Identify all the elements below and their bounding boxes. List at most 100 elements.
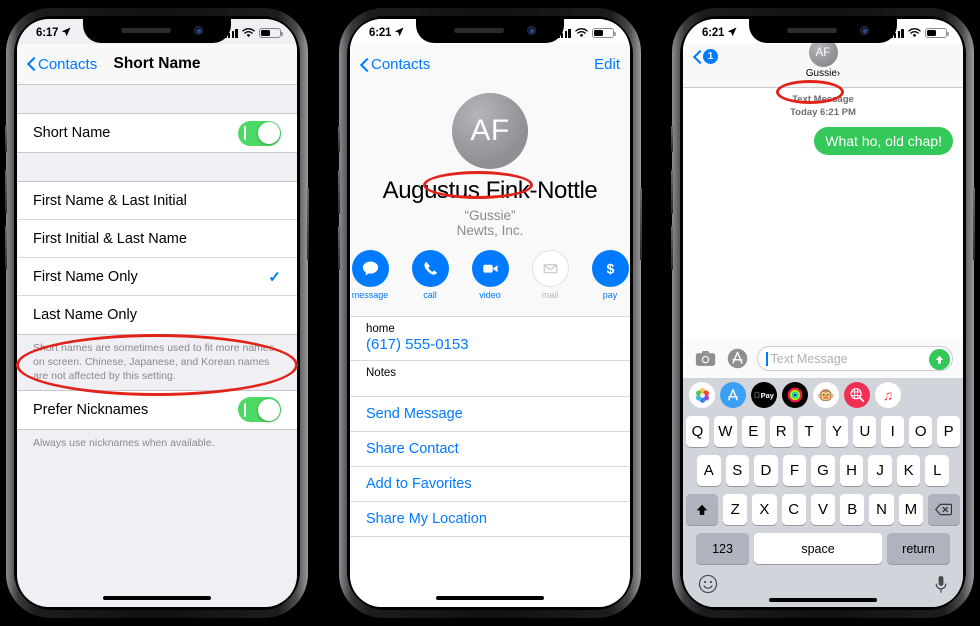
prefer-nicknames-label: Prefer Nicknames	[33, 401, 149, 418]
battery-icon	[259, 27, 284, 39]
volume-up-button[interactable]	[5, 170, 7, 214]
activity-rings-app-icon[interactable]	[782, 382, 808, 408]
action-mail[interactable]: mail	[530, 250, 570, 300]
microphone-icon[interactable]	[934, 575, 948, 599]
app-store-icon[interactable]	[725, 347, 749, 371]
key-z[interactable]: Z	[723, 494, 748, 525]
key-r[interactable]: R	[769, 416, 793, 447]
music-app-icon[interactable]: ♫	[875, 382, 901, 408]
action-label: mail	[541, 290, 559, 300]
side-power-button[interactable]	[307, 188, 309, 260]
action-call[interactable]: call	[410, 250, 450, 300]
message-bubble[interactable]: What ho, old chap!	[814, 127, 957, 156]
checkmark-icon: ✓	[268, 268, 281, 286]
key-a[interactable]: A	[696, 455, 721, 486]
navigation-bar: Contacts Short Name	[17, 44, 297, 85]
mute-switch[interactable]	[5, 126, 7, 152]
short-name-switch[interactable]	[238, 120, 281, 146]
option-first-initial-last-name[interactable]: First Initial & Last Name	[17, 220, 297, 258]
key-b[interactable]: B	[840, 494, 865, 525]
key-j[interactable]: J	[868, 455, 892, 486]
key-l[interactable]: L	[925, 455, 950, 486]
numbers-key[interactable]: 123	[696, 533, 749, 564]
phone-field[interactable]: home (617) 555-0153	[350, 316, 630, 360]
backspace-icon[interactable]	[927, 494, 960, 525]
volume-up-button[interactable]	[338, 170, 340, 214]
key-x[interactable]: X	[752, 494, 777, 525]
home-indicator[interactable]	[436, 596, 544, 600]
images-search-app-icon[interactable]	[844, 382, 870, 408]
volume-down-button[interactable]	[5, 226, 7, 270]
space-key[interactable]: space	[754, 533, 882, 564]
apple-pay-app-icon[interactable]: Pay	[751, 382, 777, 408]
side-power-button[interactable]	[640, 188, 642, 260]
home-indicator[interactable]	[769, 598, 877, 602]
action-pay[interactable]: $ pay	[590, 250, 630, 300]
key-v[interactable]: V	[810, 494, 836, 525]
key-e[interactable]: E	[741, 416, 765, 447]
animoji-monkey-app-icon[interactable]: 🐵	[813, 382, 839, 408]
message-input-field[interactable]: Text Message	[757, 346, 953, 371]
message-bubble-icon	[351, 250, 389, 287]
home-indicator[interactable]	[103, 596, 211, 600]
settings-short-name-screen: 6:17 Contacts Short Name Short Name Firs…	[17, 19, 297, 607]
photos-app-icon[interactable]	[689, 382, 715, 408]
prefer-nicknames-row[interactable]: Prefer Nicknames	[17, 390, 297, 429]
key-w[interactable]: W	[713, 416, 737, 447]
key-y[interactable]: Y	[825, 416, 849, 447]
phone-3-screen: 6:21 1 AF Gussie› Text Message Today 6:2…	[683, 19, 963, 607]
return-key[interactable]: return	[887, 533, 950, 564]
battery-icon	[925, 27, 950, 39]
phone-field-value[interactable]: (617) 555-0153	[366, 336, 614, 353]
key-p[interactable]: P	[937, 416, 961, 447]
message-row: What ho, old chap!	[693, 127, 957, 156]
mute-switch[interactable]	[338, 126, 340, 152]
key-c[interactable]: C	[781, 494, 806, 525]
option-last-name-only[interactable]: Last Name Only	[17, 296, 297, 334]
phone-icon	[411, 250, 449, 287]
link-share-contact[interactable]: Share Contact	[350, 431, 630, 466]
volume-up-button[interactable]	[671, 170, 673, 214]
messages-thread-screen: 6:21 1 AF Gussie› Text Message Today 6:2…	[683, 19, 963, 607]
short-name-toggle-row[interactable]: Short Name	[17, 114, 297, 152]
key-o[interactable]: O	[909, 416, 933, 447]
action-label: video	[479, 290, 501, 300]
volume-down-button[interactable]	[338, 226, 340, 270]
key-g[interactable]: G	[811, 455, 835, 486]
key-s[interactable]: S	[725, 455, 750, 486]
volume-down-button[interactable]	[671, 226, 673, 270]
key-u[interactable]: U	[853, 416, 877, 447]
edit-button[interactable]: Edit	[594, 56, 620, 73]
link-share-my-location[interactable]: Share My Location	[350, 501, 630, 536]
key-d[interactable]: D	[754, 455, 778, 486]
key-t[interactable]: T	[797, 416, 821, 447]
send-button[interactable]	[929, 348, 950, 370]
key-h[interactable]: H	[839, 455, 864, 486]
shift-arrow-icon[interactable]	[686, 494, 719, 525]
option-first-name-last-initial[interactable]: First Name & Last Initial	[17, 182, 297, 220]
key-i[interactable]: I	[881, 416, 905, 447]
emoji-smiley-icon[interactable]	[698, 574, 718, 599]
mute-switch[interactable]	[671, 126, 673, 152]
phone-2-screen: 6:21 Contacts Edit AF Augustus Fink-Nott…	[350, 19, 630, 607]
key-q[interactable]: Q	[685, 416, 709, 447]
option-first-name-only[interactable]: First Name Only ✓	[17, 258, 297, 296]
prefer-nicknames-switch[interactable]	[238, 397, 281, 423]
side-power-button[interactable]	[973, 188, 975, 260]
contact-header: AF Augustus Fink-Nottle “Gussie” Newts, …	[350, 85, 630, 316]
action-video[interactable]: video	[470, 250, 510, 300]
key-f[interactable]: F	[782, 455, 807, 486]
imessage-app-strip: Pay 🐵	[683, 378, 963, 412]
back-to-contacts-button[interactable]: Contacts	[360, 56, 430, 73]
link-add-to-favorites[interactable]: Add to Favorites	[350, 466, 630, 501]
action-message[interactable]: message	[350, 250, 390, 300]
key-n[interactable]: N	[869, 494, 894, 525]
key-k[interactable]: K	[896, 455, 921, 486]
app-store-app-icon[interactable]	[720, 382, 746, 408]
camera-icon[interactable]	[693, 347, 717, 371]
notes-field[interactable]: Notes	[350, 360, 630, 396]
link-send-message[interactable]: Send Message	[350, 396, 630, 431]
thread-contact[interactable]: AF Gussie›	[683, 38, 963, 79]
switch-knob	[257, 398, 280, 421]
key-m[interactable]: M	[898, 494, 923, 525]
